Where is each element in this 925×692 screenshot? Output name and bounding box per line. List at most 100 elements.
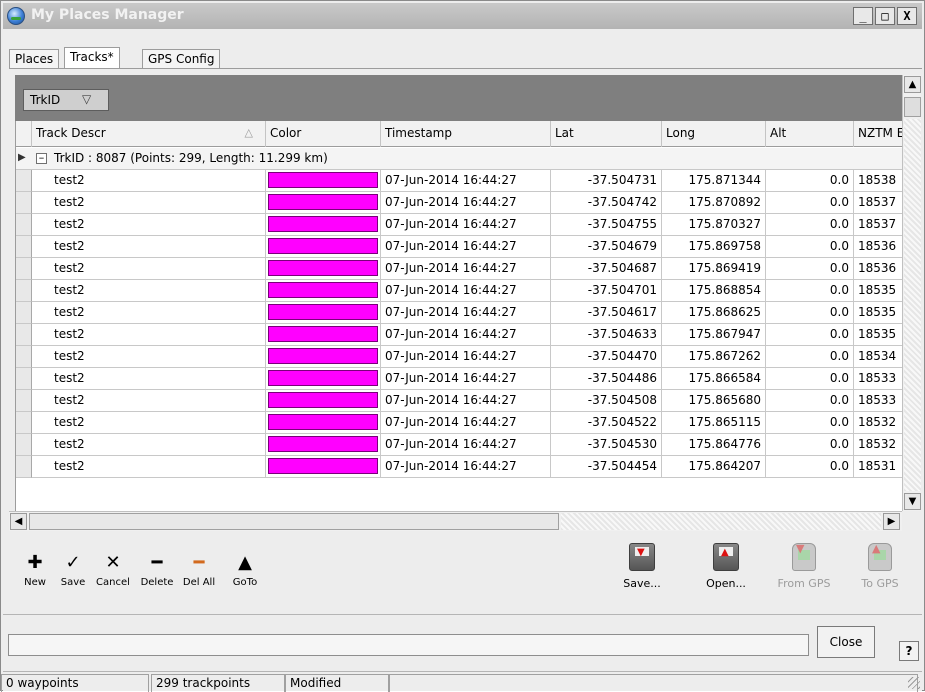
cell-lat[interactable]: -37.504679 (551, 236, 662, 258)
cell-long[interactable]: 175.871344 (662, 170, 766, 192)
tab-gps-config[interactable]: GPS Config (142, 49, 221, 69)
vertical-scroll-track[interactable] (904, 119, 921, 491)
color-swatch[interactable] (268, 326, 378, 342)
cell-long[interactable]: 175.867947 (662, 324, 766, 346)
to-gps-button[interactable]: ▲ To GPS (845, 542, 915, 605)
cell-nztm-e[interactable]: 18533 (854, 390, 902, 412)
cell-track-descr[interactable]: test2 (32, 236, 266, 258)
table-row[interactable]: test2 07-Jun-2014 16:44:27 -37.504687 175.8… (16, 258, 902, 280)
delete-button[interactable]: ━ Delete (137, 553, 177, 603)
table-row[interactable]: test2 07-Jun-2014 16:44:27 -37.504522 175.8… (16, 412, 902, 434)
cell-alt[interactable]: 0.0 (766, 236, 854, 258)
cell-track-descr[interactable]: test2 (32, 412, 266, 434)
collapse-icon[interactable]: – (36, 152, 47, 164)
cell-alt[interactable]: 0.0 (766, 434, 854, 456)
cell-color[interactable] (266, 324, 381, 346)
cell-color[interactable] (266, 434, 381, 456)
color-swatch[interactable] (268, 282, 378, 298)
cell-long[interactable]: 175.870327 (662, 214, 766, 236)
scroll-right-icon[interactable]: ▶ (883, 513, 900, 530)
table-row[interactable]: test2 07-Jun-2014 16:44:27 -37.504530 175.8… (16, 434, 902, 456)
row-indicator[interactable] (16, 456, 32, 478)
group-row[interactable]: ▶ – TrkID : 8087 (Points: 299, Length: 1… (16, 148, 902, 170)
cell-track-descr[interactable]: test2 (32, 302, 266, 324)
column-header-alt[interactable]: Alt (766, 121, 854, 147)
row-indicator[interactable] (16, 170, 32, 192)
row-indicator[interactable] (16, 214, 32, 236)
cell-color[interactable] (266, 280, 381, 302)
group-chip-trkid[interactable]: TrkID ▽ (23, 89, 109, 111)
color-swatch[interactable] (268, 348, 378, 364)
new-button[interactable]: ✚ New (15, 553, 55, 603)
cell-alt[interactable]: 0.0 (766, 170, 854, 192)
cell-lat[interactable]: -37.504742 (551, 192, 662, 214)
from-gps-button[interactable]: ▼ From GPS (769, 542, 839, 605)
cell-timestamp[interactable]: 07-Jun-2014 16:44:27 (381, 302, 551, 324)
row-indicator[interactable] (16, 236, 32, 258)
scroll-down-icon[interactable]: ▼ (904, 493, 921, 510)
color-swatch[interactable] (268, 370, 378, 386)
tab-tracks[interactable]: Tracks* (64, 47, 120, 69)
cell-timestamp[interactable]: 07-Jun-2014 16:44:27 (381, 456, 551, 478)
cell-alt[interactable]: 0.0 (766, 456, 854, 478)
cell-long[interactable]: 175.870892 (662, 192, 766, 214)
color-swatch[interactable] (268, 436, 378, 452)
cell-lat[interactable]: -37.504687 (551, 258, 662, 280)
cell-long[interactable]: 175.864776 (662, 434, 766, 456)
row-indicator[interactable] (16, 412, 32, 434)
cell-timestamp[interactable]: 07-Jun-2014 16:44:27 (381, 192, 551, 214)
cell-alt[interactable]: 0.0 (766, 324, 854, 346)
cell-track-descr[interactable]: test2 (32, 368, 266, 390)
cell-track-descr[interactable]: test2 (32, 258, 266, 280)
color-swatch[interactable] (268, 172, 378, 188)
cell-nztm-e[interactable]: 18537 (854, 192, 902, 214)
vertical-scrollbar[interactable]: ▲ ▼ (902, 75, 921, 511)
cell-long[interactable]: 175.865680 (662, 390, 766, 412)
table-row[interactable]: test2 07-Jun-2014 16:44:27 -37.504731 175.8… (16, 170, 902, 192)
column-header-color[interactable]: Color (266, 121, 381, 147)
cell-alt[interactable]: 0.0 (766, 390, 854, 412)
cell-long[interactable]: 175.868854 (662, 280, 766, 302)
cell-timestamp[interactable]: 07-Jun-2014 16:44:27 (381, 434, 551, 456)
cell-lat[interactable]: -37.504755 (551, 214, 662, 236)
color-swatch[interactable] (268, 414, 378, 430)
cell-color[interactable] (266, 170, 381, 192)
cell-nztm-e[interactable]: 18536 (854, 236, 902, 258)
cell-alt[interactable]: 0.0 (766, 258, 854, 280)
cell-track-descr[interactable]: test2 (32, 214, 266, 236)
cell-track-descr[interactable]: test2 (32, 390, 266, 412)
cell-timestamp[interactable]: 07-Jun-2014 16:44:27 (381, 412, 551, 434)
cell-nztm-e[interactable]: 18532 (854, 412, 902, 434)
cell-timestamp[interactable]: 07-Jun-2014 16:44:27 (381, 390, 551, 412)
help-button[interactable]: ? (899, 641, 919, 661)
cell-color[interactable] (266, 456, 381, 478)
vertical-scroll-thumb[interactable] (904, 97, 921, 117)
color-swatch[interactable] (268, 304, 378, 320)
cell-track-descr[interactable]: test2 (32, 170, 266, 192)
cell-color[interactable] (266, 258, 381, 280)
cell-track-descr[interactable]: test2 (32, 456, 266, 478)
cell-long[interactable]: 175.866584 (662, 368, 766, 390)
cell-track-descr[interactable]: test2 (32, 434, 266, 456)
row-indicator[interactable] (16, 368, 32, 390)
open-file-button[interactable]: ▲ Open... (691, 543, 761, 605)
cell-color[interactable] (266, 214, 381, 236)
cell-track-descr[interactable]: test2 (32, 346, 266, 368)
cell-alt[interactable]: 0.0 (766, 368, 854, 390)
close-window-button[interactable]: X (897, 7, 917, 25)
cell-lat[interactable]: -37.504617 (551, 302, 662, 324)
column-header-nztm-e[interactable]: NZTM E (854, 121, 902, 147)
horizontal-scroll-thumb[interactable] (29, 513, 559, 530)
cell-nztm-e[interactable]: 18536 (854, 258, 902, 280)
column-header-track-descr[interactable]: Track Descr △ (32, 121, 266, 147)
cell-color[interactable] (266, 192, 381, 214)
goto-button[interactable]: ▲ GoTo (225, 553, 265, 603)
cell-timestamp[interactable]: 07-Jun-2014 16:44:27 (381, 346, 551, 368)
cell-timestamp[interactable]: 07-Jun-2014 16:44:27 (381, 236, 551, 258)
column-header-long[interactable]: Long (662, 121, 766, 147)
cell-track-descr[interactable]: test2 (32, 280, 266, 302)
color-swatch[interactable] (268, 260, 378, 276)
cell-lat[interactable]: -37.504508 (551, 390, 662, 412)
cell-timestamp[interactable]: 07-Jun-2014 16:44:27 (381, 280, 551, 302)
row-indicator[interactable] (16, 280, 32, 302)
